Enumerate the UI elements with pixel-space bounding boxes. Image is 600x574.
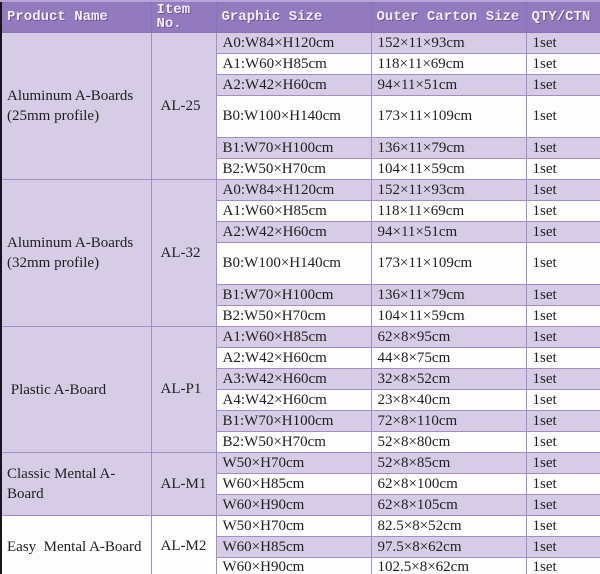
carton-size-cell: 152×11×93cm <box>370 32 527 54</box>
carton-size-cell: 62×8×105cm <box>370 494 527 516</box>
qty-cell: 1set <box>525 347 600 369</box>
qty-cell: 1set <box>525 389 600 411</box>
carton-size-cell: 52×8×80cm <box>370 431 527 453</box>
item-no-cell: AL-25 <box>150 32 217 180</box>
graphic-size-cell: B2:W50×H70cm <box>215 158 372 180</box>
spec-row: Easy Mental A-Board AL-M2 W50×H70cm 82.5×8×… <box>0 515 600 574</box>
carton-size-cell: 136×11×79cm <box>370 284 527 306</box>
item-no-cell: AL-P1 <box>150 326 217 453</box>
col-header-item-no: Item No. <box>150 0 217 33</box>
graphic-size-cell: B1:W70×H100cm <box>215 137 372 159</box>
graphic-size-cell: W60×H90cm <box>215 557 372 574</box>
spec-row: Classic Mental A-Board AL-M1 W50×H70cm 52×8… <box>0 452 600 516</box>
carton-size-cell: 32×8×52cm <box>370 368 527 390</box>
col-header-outer-carton-size: Outer Carton Size <box>370 0 527 33</box>
graphic-size-cell: A2:W42×H60cm <box>215 74 372 96</box>
graphic-size-cell: W60×H90cm <box>215 494 372 516</box>
product-spec-table: Product Name Item No. Graphic Size Outer… <box>0 0 600 574</box>
carton-size-cell: 62×8×95cm <box>370 326 527 348</box>
qty-cell: 1set <box>525 557 600 574</box>
carton-size-cell: 44×8×75cm <box>370 347 527 369</box>
graphic-size-cell: B1:W70×H100cm <box>215 284 372 306</box>
graphic-size-cell: A0:W84×H120cm <box>215 179 372 201</box>
qty-cell: 1set <box>525 536 600 558</box>
carton-size-cell: 104×11×59cm <box>370 305 527 327</box>
product-name-cell: Aluminum A-Boards (32mm profile) <box>0 179 152 327</box>
qty-cell: 1set <box>525 452 600 474</box>
graphic-size-cell: A4:W42×H60cm <box>215 389 372 411</box>
qty-cell: 1set <box>525 431 600 453</box>
carton-size-cell: 94×11×51cm <box>370 221 527 243</box>
item-no-cell: AL-M1 <box>150 452 217 516</box>
graphic-size-cell: W60×H85cm <box>215 536 372 558</box>
qty-cell: 1set <box>525 179 600 201</box>
qty-cell: 1set <box>525 242 600 285</box>
graphic-size-cell: A1:W60×H85cm <box>215 200 372 222</box>
graphic-size-cell: A2:W42×H60cm <box>215 221 372 243</box>
graphic-size-cell: A3:W42×H60cm <box>215 368 372 390</box>
carton-size-cell: 82.5×8×52cm <box>370 515 527 537</box>
graphic-size-cell: A1:W60×H85cm <box>215 53 372 75</box>
carton-size-cell: 118×11×69cm <box>370 53 527 75</box>
product-name-cell: Aluminum A-Boards (25mm profile) <box>0 32 152 180</box>
qty-cell: 1set <box>525 53 600 75</box>
item-no-cell: AL-M2 <box>150 515 217 574</box>
graphic-size-cell: W50×H70cm <box>215 515 372 537</box>
graphic-size-cell: W60×H85cm <box>215 473 372 495</box>
product-name-cell: Classic Mental A-Board <box>0 452 152 516</box>
graphic-size-cell: B1:W70×H100cm <box>215 410 372 432</box>
table-body: Aluminum A-Boards (25mm profile) AL-25 A0:… <box>0 32 600 574</box>
carton-size-cell: 118×11×69cm <box>370 200 527 222</box>
spec-row: Aluminum A-Boards (32mm profile) AL-32 A0:… <box>0 179 600 327</box>
qty-cell: 1set <box>525 284 600 306</box>
graphic-size-cell: W50×H70cm <box>215 452 372 474</box>
qty-cell: 1set <box>525 368 600 390</box>
carton-size-cell: 102.5×8×62cm <box>370 557 527 574</box>
qty-cell: 1set <box>525 95 600 138</box>
product-spec-page: Product Name Item No. Graphic Size Outer… <box>0 0 600 574</box>
graphic-size-cell: B2:W50×H70cm <box>215 431 372 453</box>
spec-row: Plastic A-Board AL-P1 A1:W60×H85cm 62×8×95c… <box>0 326 600 453</box>
qty-cell: 1set <box>525 221 600 243</box>
graphic-size-cell: B2:W50×H70cm <box>215 305 372 327</box>
carton-size-cell: 104×11×59cm <box>370 158 527 180</box>
qty-cell: 1set <box>525 74 600 96</box>
carton-size-cell: 62×8×100cm <box>370 473 527 495</box>
carton-size-cell: 152×11×93cm <box>370 179 527 201</box>
carton-size-cell: 136×11×79cm <box>370 137 527 159</box>
carton-size-cell: 52×8×85cm <box>370 452 527 474</box>
header-row: Product Name Item No. Graphic Size Outer… <box>0 0 600 33</box>
col-header-qty-ctn: QTY/CTN <box>525 0 600 33</box>
qty-cell: 1set <box>525 515 600 537</box>
graphic-size-cell: A0:W84×H120cm <box>215 32 372 54</box>
carton-size-cell: 94×11×51cm <box>370 74 527 96</box>
col-header-product-name: Product Name <box>0 0 152 33</box>
product-name-cell: Plastic A-Board <box>0 326 152 453</box>
carton-size-cell: 173×11×109cm <box>370 95 527 138</box>
graphic-size-cell: B0:W100×H140cm <box>215 95 372 138</box>
qty-cell: 1set <box>525 326 600 348</box>
carton-size-cell: 23×8×40cm <box>370 389 527 411</box>
item-no-cell: AL-32 <box>150 179 217 327</box>
carton-size-cell: 173×11×109cm <box>370 242 527 285</box>
qty-cell: 1set <box>525 473 600 495</box>
graphic-size-cell: A1:W60×H85cm <box>215 326 372 348</box>
graphic-size-cell: B0:W100×H140cm <box>215 242 372 285</box>
qty-cell: 1set <box>525 200 600 222</box>
col-header-graphic-size: Graphic Size <box>215 0 372 33</box>
carton-size-cell: 72×8×110cm <box>370 410 527 432</box>
product-name-cell: Easy Mental A-Board <box>0 515 152 574</box>
qty-cell: 1set <box>525 410 600 432</box>
qty-cell: 1set <box>525 137 600 159</box>
qty-cell: 1set <box>525 305 600 327</box>
qty-cell: 1set <box>525 32 600 54</box>
graphic-size-cell: A2:W42×H60cm <box>215 347 372 369</box>
qty-cell: 1set <box>525 158 600 180</box>
qty-cell: 1set <box>525 494 600 516</box>
carton-size-cell: 97.5×8×62cm <box>370 536 527 558</box>
spec-row: Aluminum A-Boards (25mm profile) AL-25 A0:… <box>0 32 600 180</box>
